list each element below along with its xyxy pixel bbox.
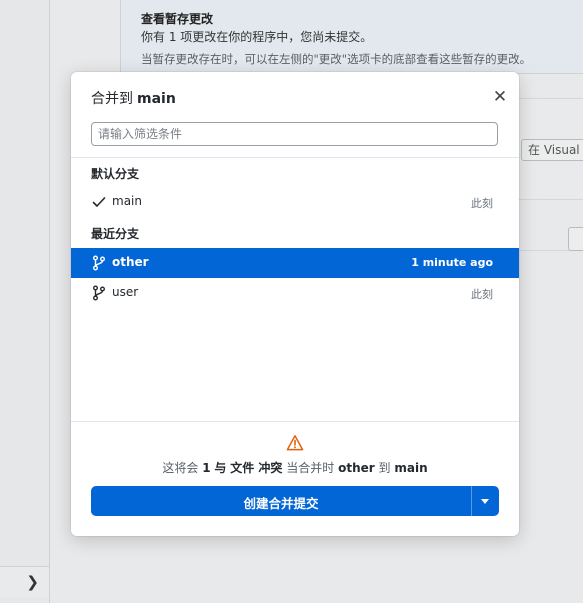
branch-name: other (112, 255, 149, 269)
files-conflict: 文件 冲突 (230, 461, 283, 475)
branch-name: user (112, 285, 139, 299)
status-when-merging: 当合并时 (286, 461, 335, 475)
sidebar-background (0, 0, 50, 603)
open-in-editor-button[interactable]: 在 Visual S (521, 139, 583, 161)
recent-branch-header: 最近分支 (91, 227, 140, 241)
default-branch-header: 默认分支 (91, 167, 140, 181)
branch-time: 此刻 (471, 197, 493, 210)
stash-notice-text: 你有 1 项更改在你的程序中，您尚未提交。 (141, 30, 373, 44)
dropdown-caret-icon[interactable] (471, 486, 499, 516)
stash-notice-hint: 当暂存更改存在时，可以在左侧的"更改"选项卡的底部查看这些暂存的更改。 (141, 52, 532, 66)
status-with: 与 (214, 461, 227, 475)
branch-time: 此刻 (471, 288, 493, 301)
chevron-right-icon[interactable]: ❯ (26, 573, 39, 591)
branch-time: 1 minute ago (411, 256, 493, 269)
background-small-button[interactable] (568, 227, 583, 251)
conflict-count: 1 (202, 461, 211, 475)
divider (71, 421, 519, 422)
status-to: 到 (378, 461, 391, 475)
branch-filter-input[interactable] (91, 122, 498, 146)
branch-item-main[interactable]: main 此刻 (71, 187, 519, 217)
dialog-title: 合并到 main (91, 88, 176, 108)
status-prefix: 这将会 (162, 461, 199, 475)
create-merge-commit-button[interactable]: 创建合并提交 (91, 486, 499, 516)
git-branch-icon (93, 255, 105, 271)
branch-item-other[interactable]: other 1 minute ago (71, 248, 519, 278)
git-branch-icon (93, 285, 105, 301)
check-icon (92, 197, 106, 207)
divider (71, 157, 519, 158)
close-icon[interactable]: ✕ (491, 88, 509, 106)
stash-notice-title: 查看暂存更改 (141, 12, 214, 26)
create-merge-commit-label: 创建合并提交 (243, 496, 319, 511)
source-branch: other (338, 461, 375, 475)
dialog-title-prefix: 合并到 (91, 91, 133, 107)
warning-icon (286, 435, 304, 451)
dialog-title-branch: main (137, 91, 176, 107)
branch-item-user[interactable]: user 此刻 (71, 278, 519, 308)
merge-dialog: 合并到main ✕ 默认分支 main 此刻 最近分支 other 1 minu… (71, 72, 519, 536)
branch-name: main (112, 194, 142, 208)
merge-conflict-status: 这将会 1 与 文件 冲突 当合并时 other 到 main (71, 459, 519, 476)
target-branch: main (394, 461, 428, 475)
sidebar-footer: ❯ (0, 566, 49, 597)
